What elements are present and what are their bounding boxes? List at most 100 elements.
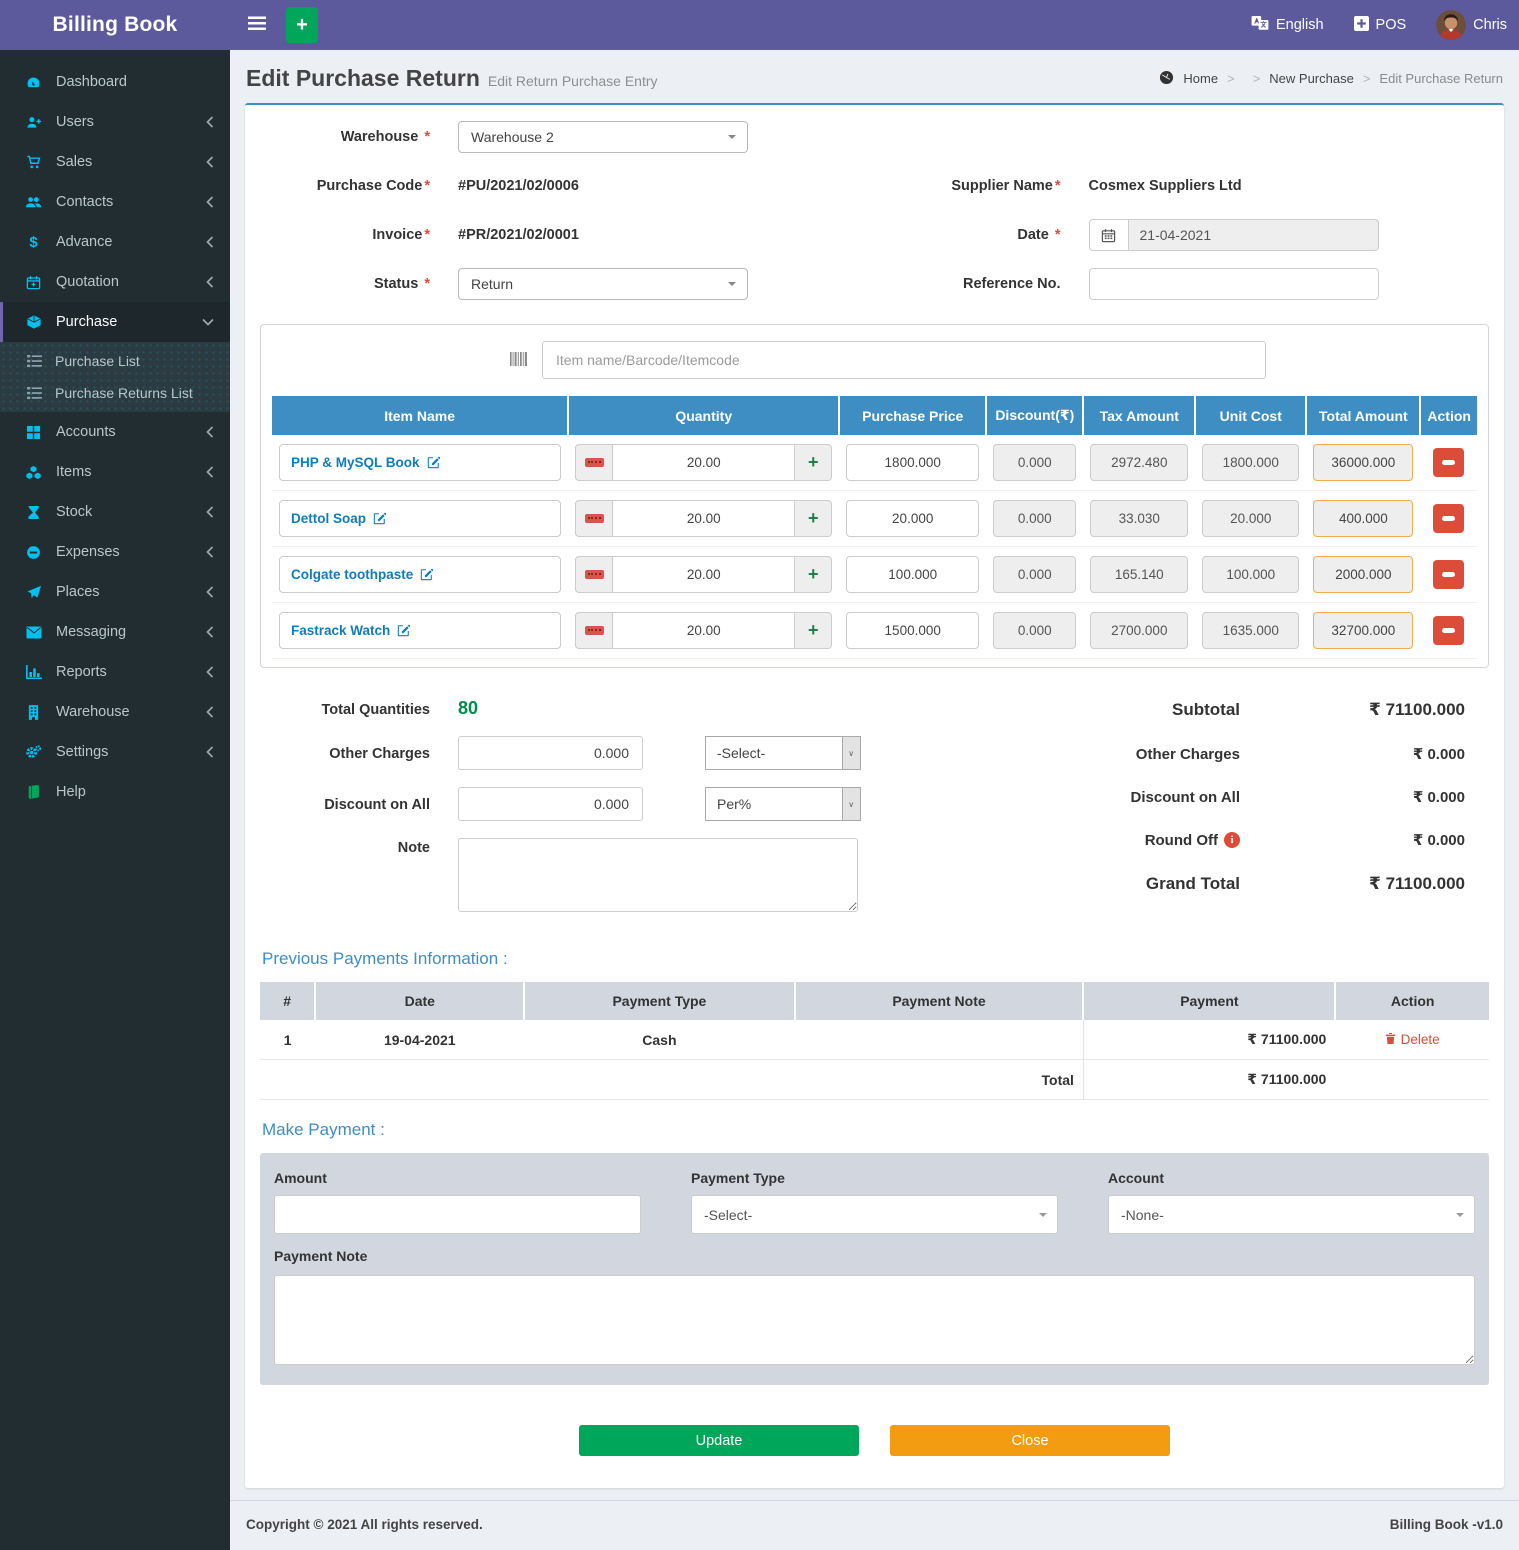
sidebar-item-warehouse[interactable]: Warehouse [0, 692, 230, 732]
sidebar-toggle-button[interactable] [242, 12, 272, 38]
account-select[interactable]: -None- [1108, 1195, 1475, 1234]
quantity-increase-button[interactable]: + [795, 556, 832, 593]
sidebar-item-messaging[interactable]: Messaging [0, 612, 230, 652]
subtotal-label: Subtotal [1172, 700, 1240, 720]
purchase-price-input[interactable] [846, 500, 979, 537]
tax-amount-field [1090, 556, 1188, 593]
note-label: Note [280, 838, 430, 856]
calendar-icon[interactable] [1089, 219, 1129, 251]
payment-note-textarea[interactable] [274, 1275, 1475, 1365]
item-name-link[interactable]: Fastrack Watch [291, 623, 390, 638]
close-button[interactable]: Close [890, 1425, 1170, 1456]
remove-item-button[interactable] [1433, 560, 1464, 589]
unit-cost-field [1202, 444, 1299, 481]
quantity-increase-button[interactable]: + [795, 444, 832, 481]
info-icon[interactable]: i [1224, 832, 1240, 848]
quick-add-button[interactable]: + [286, 7, 318, 43]
sidebar-item-users[interactable]: Users [0, 102, 230, 142]
sidebar-item-quotation[interactable]: Quotation [0, 262, 230, 302]
status-select[interactable]: Return [458, 268, 748, 300]
app-header: Billing Book + English POS Chris [0, 0, 1519, 50]
quantity-input[interactable] [612, 612, 795, 649]
purchase-price-input[interactable] [846, 444, 979, 481]
sidebar-item-stock[interactable]: Stock [0, 492, 230, 532]
hourglass-icon [24, 505, 43, 520]
remove-item-button[interactable] [1433, 616, 1464, 645]
sidebar-item-contacts[interactable]: Contacts [0, 182, 230, 222]
warehouse-select[interactable]: Warehouse 2 [458, 121, 748, 153]
pos-button[interactable]: POS [1354, 16, 1407, 35]
sidebar-item-expenses[interactable]: Expenses [0, 532, 230, 572]
cart-icon [24, 155, 43, 170]
discount-type-select[interactable]: Per%∨ [705, 787, 861, 821]
sidebar-item-accounts[interactable]: Accounts [0, 412, 230, 452]
quantity-decrease-button[interactable] [575, 444, 612, 481]
quantity-input[interactable] [612, 500, 795, 537]
sidebar-item-purchase-returns-list[interactable]: Purchase Returns List [0, 377, 230, 409]
sidebar-item-purchase[interactable]: Purchase [0, 302, 230, 342]
sidebar-item-purchase-list[interactable]: Purchase List [0, 345, 230, 377]
edit-item-icon[interactable] [373, 512, 386, 525]
quantity-input[interactable] [612, 556, 795, 593]
purchase-price-input[interactable] [846, 612, 979, 649]
remove-item-button[interactable] [1433, 448, 1464, 477]
chevron-down-icon: ∨ [842, 737, 860, 769]
breadcrumb-home[interactable]: Home [1183, 71, 1218, 86]
user-menu[interactable]: Chris [1436, 10, 1507, 40]
quantity-decrease-button[interactable] [575, 556, 612, 593]
sidebar-item-places[interactable]: Places [0, 572, 230, 612]
delete-payment-button[interactable]: Delete [1385, 1032, 1440, 1048]
sidebar-item-settings[interactable]: Settings [0, 732, 230, 772]
plus-square-icon [1354, 16, 1369, 35]
sidebar-item-label: Advance [56, 234, 112, 250]
remove-item-button[interactable] [1433, 504, 1464, 533]
column-header: Unit Cost [1195, 396, 1306, 435]
sidebar-item-sales[interactable]: Sales [0, 142, 230, 182]
date-field [1129, 219, 1379, 251]
chevron-left-icon [205, 276, 214, 288]
amount-input[interactable] [274, 1195, 641, 1234]
quantity-increase-button[interactable]: + [795, 500, 832, 537]
quantity-decrease-button[interactable] [575, 500, 612, 537]
edit-item-icon[interactable] [420, 568, 433, 581]
sidebar-item-items[interactable]: Items [0, 452, 230, 492]
purchase-price-input[interactable] [846, 556, 979, 593]
breadcrumb-new-purchase[interactable]: New Purchase [1269, 71, 1354, 86]
column-header: Tax Amount [1083, 396, 1195, 435]
sidebar-item-dashboard[interactable]: Dashboard [0, 62, 230, 102]
quantity-increase-button[interactable]: + [795, 612, 832, 649]
item-name-link[interactable]: Dettol Soap [291, 511, 366, 526]
sidebar-item-label: Sales [56, 154, 92, 170]
payment-type-select[interactable]: -Select- [691, 1195, 1058, 1234]
other-charges-select[interactable]: -Select-∨ [705, 736, 861, 770]
home-icon [1159, 70, 1174, 88]
avatar [1436, 10, 1466, 40]
quantity-input[interactable] [612, 444, 795, 481]
column-header: Payment Type [524, 982, 794, 1020]
item-row: Colgate toothpaste + [272, 547, 1477, 603]
sidebar-item-advance[interactable]: $Advance [0, 222, 230, 262]
payment-note [795, 1020, 1084, 1060]
language-menu[interactable]: English [1251, 15, 1324, 35]
note-textarea[interactable] [458, 838, 858, 912]
minus-icon [585, 570, 604, 579]
edit-item-icon[interactable] [397, 624, 410, 637]
purchase-code-value: #PU/2021/02/0006 [458, 178, 579, 194]
quantity-decrease-button[interactable] [575, 612, 612, 649]
sidebar-item-help[interactable]: Help [0, 772, 230, 812]
item-name-link[interactable]: Colgate toothpaste [291, 567, 413, 582]
discount-on-all-input[interactable] [458, 787, 643, 821]
item-search-input[interactable] [542, 341, 1266, 379]
reference-field[interactable] [1089, 268, 1379, 300]
bar-chart-icon [24, 665, 43, 679]
item-name-link[interactable]: PHP & MySQL Book [291, 455, 420, 470]
update-button[interactable]: Update [579, 1425, 859, 1456]
sidebar-item-reports[interactable]: Reports [0, 652, 230, 692]
invoice-label: Invoice* [267, 227, 430, 243]
other-charges-input[interactable] [458, 736, 643, 770]
column-header: Payment Note [795, 982, 1084, 1020]
subtotal-value: ₹ 71100.000 [1240, 700, 1465, 720]
item-name-box: Fastrack Watch [279, 612, 561, 649]
payment-sno: 1 [260, 1020, 315, 1060]
edit-item-icon[interactable] [427, 456, 440, 469]
